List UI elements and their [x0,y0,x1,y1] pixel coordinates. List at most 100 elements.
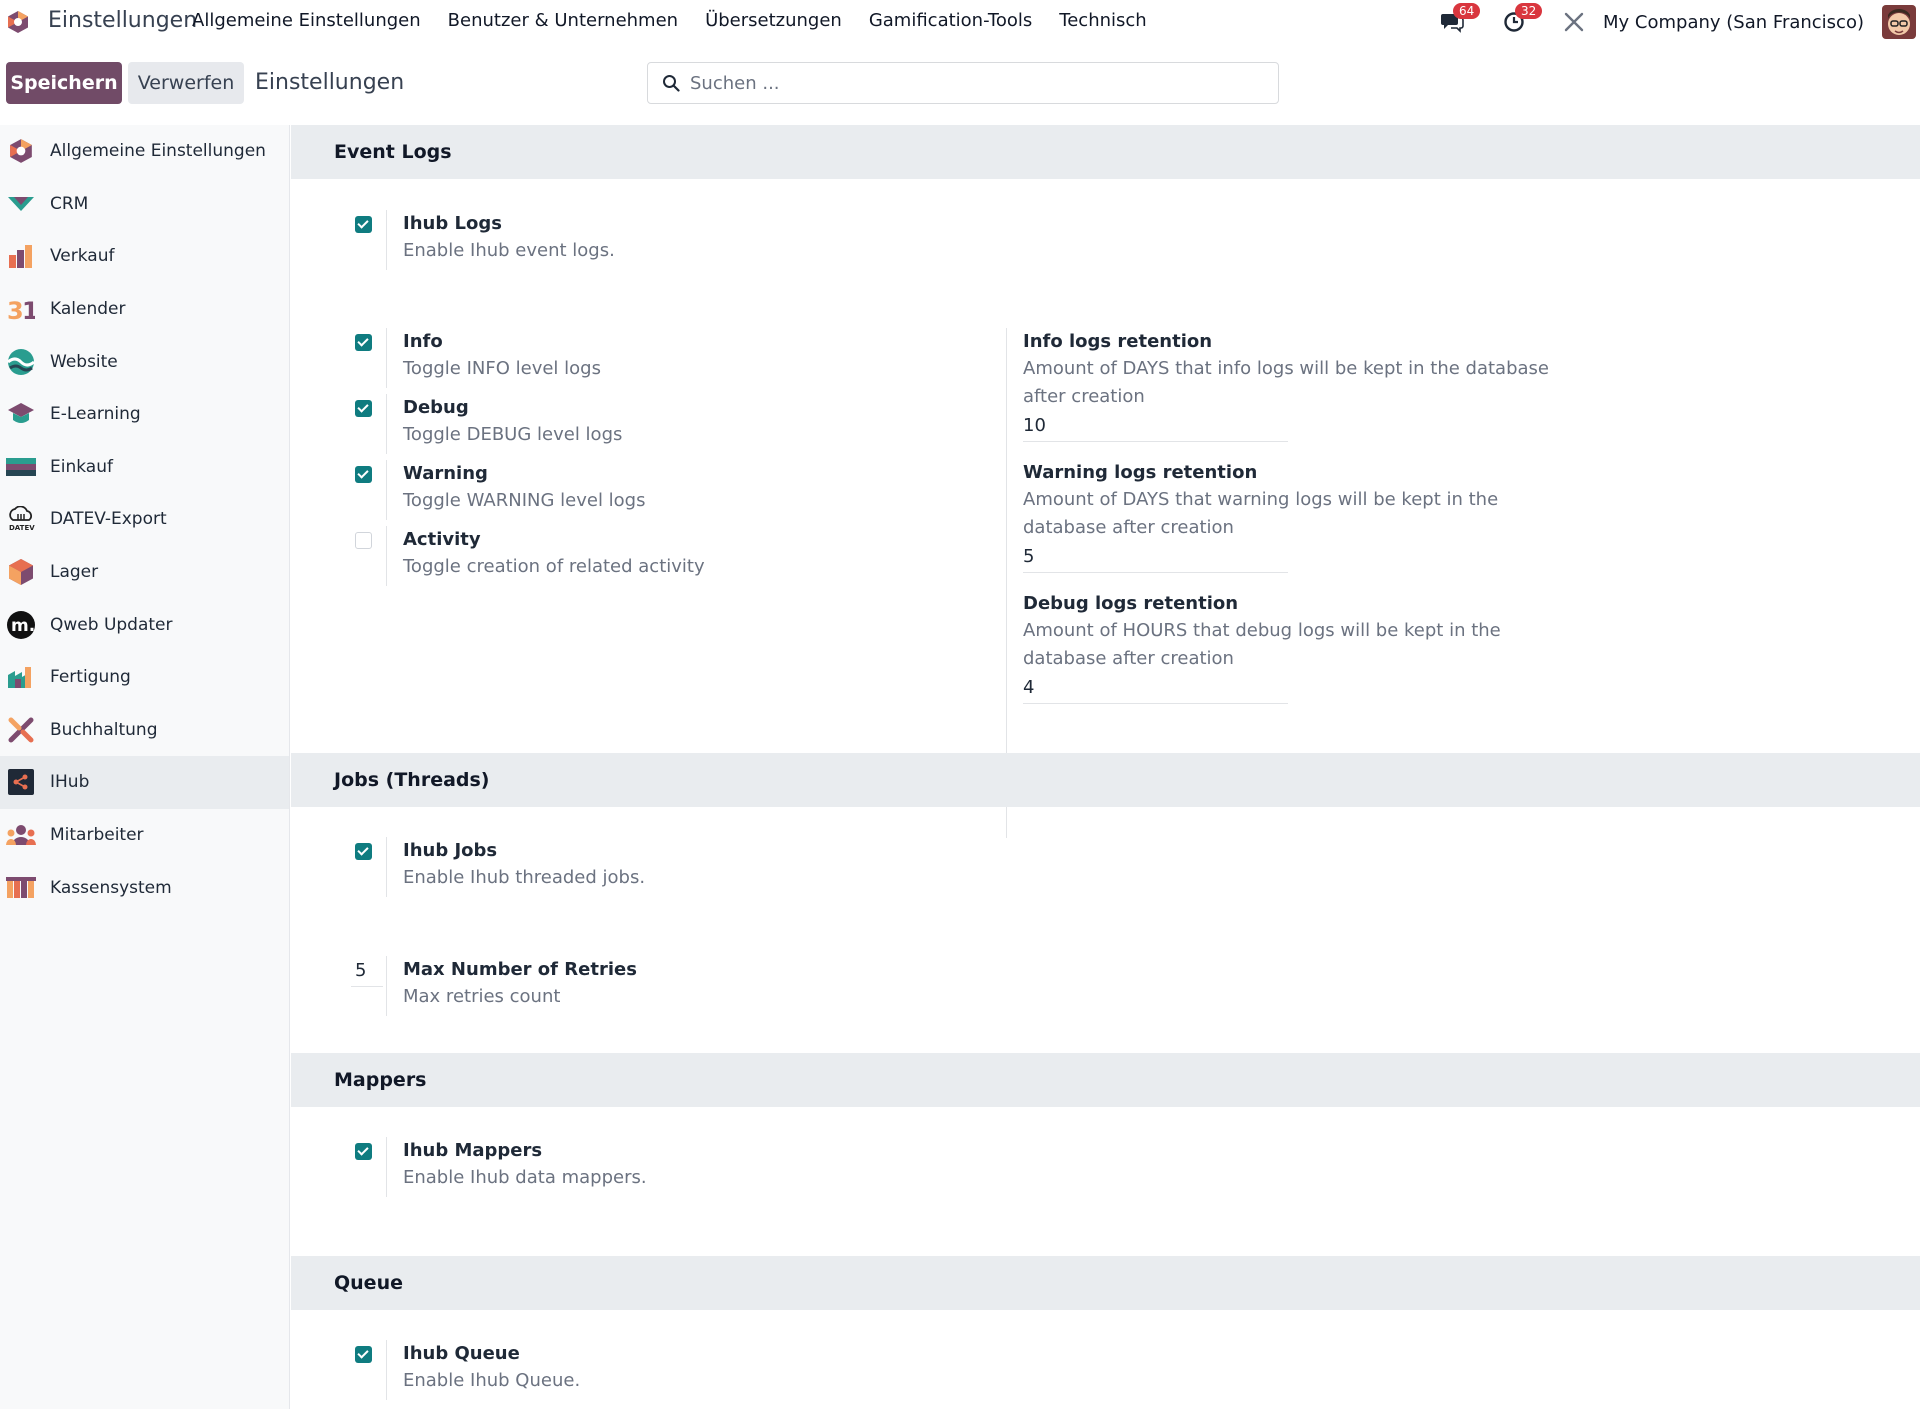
info-retention-input[interactable]: 10 [1023,415,1046,436]
user-avatar[interactable] [1882,5,1916,39]
activity-title: Activity [403,529,481,550]
divider [386,328,387,388]
sidebar-item-label: CRM [50,193,89,214]
ihub-queue-desc: Enable Ihub Queue. [403,1370,581,1391]
debug-tools-tray[interactable] [1561,9,1587,35]
employees-app-icon [6,820,36,850]
discard-button[interactable]: Verwerfen [128,62,244,104]
debug-checkbox[interactable] [355,400,372,417]
sidebar-item-label: Lager [50,562,99,583]
sidebar-item-label: Qweb Updater [50,614,173,635]
ihub-logs-title: Ihub Logs [403,213,502,234]
debug-retention-input[interactable]: 4 [1023,677,1034,698]
svg-text:1: 1 [22,297,35,322]
pos-app-icon [6,873,36,903]
settings-sidebar: Allgemeine Einstellungen CRM Verkauf 31 … [0,125,290,1409]
ihub-mappers-desc: Enable Ihub data mappers. [403,1167,647,1188]
sidebar-item-purchase[interactable]: Einkauf [0,441,289,494]
activities-badge: 32 [1515,3,1543,19]
menu-general-settings[interactable]: Allgemeine Einstellungen [192,10,421,31]
divider [386,1137,387,1197]
sidebar-item-label: Website [50,351,118,372]
sidebar-item-website[interactable]: Website [0,335,289,388]
sidebar-item-label: IHub [50,772,90,793]
info-title: Info [403,331,443,352]
tools-icon [1564,12,1584,32]
sidebar-item-label: DATEV-Export [50,509,167,530]
divider [386,837,387,897]
accounting-app-icon [6,715,36,745]
messages-tray[interactable]: 64 [1439,3,1481,35]
input-underline [351,986,383,987]
website-app-icon [6,347,36,377]
activity-desc: Toggle creation of related activity [403,556,705,577]
sidebar-item-manufacturing[interactable]: Fertigung [0,651,289,704]
ihub-logs-checkbox[interactable] [355,216,372,233]
sidebar-item-label: Buchhaltung [50,719,158,740]
section-header-event-logs: Event Logs [291,125,1920,179]
info-checkbox[interactable] [355,334,372,351]
sidebar-item-label: Verkauf [50,246,115,267]
sidebar-item-inventory[interactable]: Lager [0,546,289,599]
sidebar-item-elearning[interactable]: E-Learning [0,388,289,441]
menu-users-companies[interactable]: Benutzer & Unternehmen [448,10,678,31]
save-button[interactable]: Speichern [6,62,122,104]
sidebar-item-ihub[interactable]: IHub [0,756,289,809]
elearning-app-icon [6,399,36,429]
sidebar-item-pos[interactable]: Kassensystem [0,861,289,914]
ihub-jobs-checkbox[interactable] [355,843,372,860]
menu-technical[interactable]: Technisch [1059,10,1146,31]
datev-app-icon: DATEV [6,504,36,534]
debug-title: Debug [403,397,469,418]
ihub-jobs-desc: Enable Ihub threaded jobs. [403,867,646,888]
app-name[interactable]: Einstellungen [48,8,197,33]
input-underline [1023,441,1288,442]
ihub-jobs-title: Ihub Jobs [403,840,498,861]
warning-retention-title: Warning logs retention [1023,462,1258,483]
search-bar[interactable] [647,62,1279,104]
manufacturing-app-icon [6,662,36,692]
debug-retention-desc: Amount of HOURS that debug logs will be … [1023,620,1501,669]
divider [386,394,387,454]
inventory-app-icon [6,557,36,587]
company-switcher[interactable]: My Company (San Francisco) [1603,12,1864,33]
divider [386,956,387,1016]
warning-retention-input[interactable]: 5 [1023,546,1034,567]
ihub-queue-checkbox[interactable] [355,1346,372,1363]
section-header-mappers: Mappers [291,1053,1920,1107]
sidebar-item-label: Mitarbeiter [50,825,144,846]
max-retries-title: Max Number of Retries [403,959,637,980]
calendar-app-icon: 31 [6,294,36,324]
sidebar-item-crm[interactable]: CRM [0,178,289,231]
sidebar-item-datev-export[interactable]: DATEV DATEV-Export [0,493,289,546]
max-retries-desc: Max retries count [403,986,561,1007]
divider [386,1340,387,1400]
sidebar-item-sales[interactable]: Verkauf [0,230,289,283]
warning-checkbox[interactable] [355,466,372,483]
ihub-mappers-title: Ihub Mappers [403,1140,543,1161]
divider [386,210,387,270]
input-underline [1023,703,1288,704]
sidebar-item-accounting[interactable]: Buchhaltung [0,704,289,757]
info-desc: Toggle INFO level logs [403,358,601,379]
sidebar-item-calendar[interactable]: 31 Kalender [0,283,289,336]
sidebar-item-general-settings[interactable]: Allgemeine Einstellungen [0,125,289,178]
ihub-queue-title: Ihub Queue [403,1343,520,1364]
svg-text:m.: m. [11,616,35,636]
menu-gamification-tools[interactable]: Gamification-Tools [869,10,1032,31]
settings-app-logo-icon[interactable] [6,10,30,34]
qweb-app-icon: m. [6,610,36,640]
activities-tray[interactable]: 32 [1501,3,1543,35]
ihub-logs-desc: Enable Ihub event logs. [403,240,615,261]
menu-translations[interactable]: Übersetzungen [705,10,842,31]
breadcrumb: Einstellungen [255,70,405,95]
activity-checkbox[interactable] [355,532,372,549]
divider [386,460,387,520]
sidebar-item-employees[interactable]: Mitarbeiter [0,809,289,862]
search-icon [663,75,680,92]
search-input[interactable] [690,72,1250,94]
max-retries-input[interactable]: 5 [355,960,366,981]
sidebar-item-qweb-updater[interactable]: m. Qweb Updater [0,598,289,651]
ihub-mappers-checkbox[interactable] [355,1143,372,1160]
settings-content: Event Logs Ihub Logs Enable Ihub event l… [291,125,1920,1409]
